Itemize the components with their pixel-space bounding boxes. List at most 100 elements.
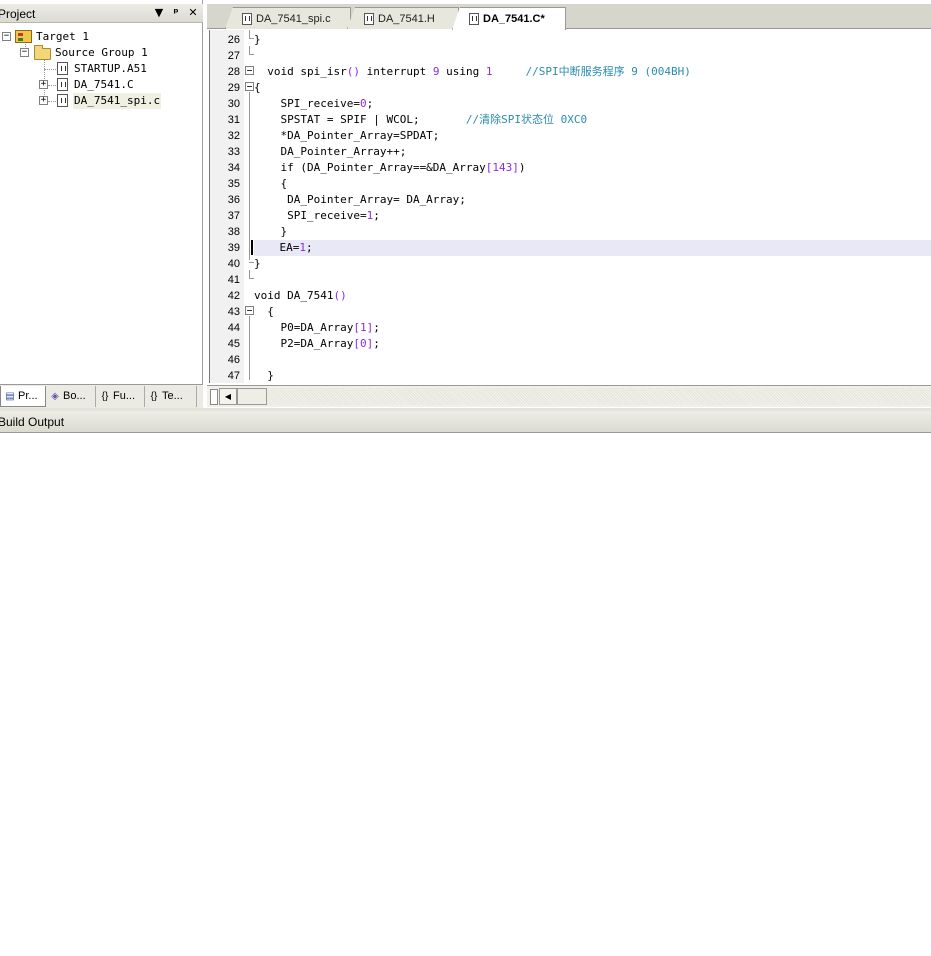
code-line[interactable]: {: [254, 80, 931, 96]
line-number: 29: [227, 82, 240, 94]
file-icon: [242, 13, 252, 25]
project-panel: Project ▼ ᵖ ✕ − Target 1 − Source Group …: [0, 0, 203, 409]
line-number: 46: [227, 354, 240, 366]
scroll-left-arrow-icon[interactable]: ◀: [219, 388, 237, 405]
split-handle[interactable]: [210, 389, 218, 405]
line-number: 43: [227, 306, 240, 318]
code-line[interactable]: SPSTAT = SPIF | WCOL; //清除SPI状态位 0XC0: [254, 112, 931, 128]
line-number: 41: [227, 274, 240, 286]
text-caret: [251, 240, 253, 255]
tab-label: Bo...: [63, 390, 86, 402]
project-panel-title: Project: [0, 7, 36, 21]
line-number: 42: [227, 290, 240, 302]
code-line[interactable]: }: [254, 32, 931, 48]
line-number: 38: [227, 226, 240, 238]
fold-toggle-icon[interactable]: [245, 82, 254, 91]
tree-item-da7541-c[interactable]: + DA_7541.C: [0, 77, 200, 93]
line-number: 34: [227, 162, 240, 174]
code-line[interactable]: [254, 48, 931, 64]
line-number: 33: [227, 146, 240, 158]
code-line[interactable]: *DA_Pointer_Array=SPDAT;: [254, 128, 931, 144]
tab-templates[interactable]: {} Te...: [145, 386, 197, 407]
scrollbar-track[interactable]: [267, 388, 931, 405]
editor-tab-bar: DA_7541_spi.c DA_7541.H DA_7541.C*: [207, 4, 931, 30]
tree-item-da7541-spi-c[interactable]: + DA_7541_spi.c: [0, 93, 200, 109]
tab-label: DA_7541_spi.c: [256, 13, 331, 25]
expand-icon[interactable]: +: [39, 96, 48, 105]
tree-item-startup[interactable]: STARTUP.A51: [0, 61, 200, 77]
scrollbar-thumb[interactable]: [237, 388, 267, 405]
line-number: 40: [227, 258, 240, 270]
code-line[interactable]: }: [254, 256, 931, 272]
collapse-icon[interactable]: −: [20, 48, 29, 57]
folder-icon: [34, 45, 51, 60]
code-editor[interactable]: 26 27 28 29 30 31 32 33 34 35 36 37 38 39 40 41 42 43 44 45…: [209, 30, 931, 383]
build-output-header: Build Output: [0, 411, 931, 433]
code-line[interactable]: {: [254, 176, 931, 192]
code-line[interactable]: }: [254, 368, 931, 383]
line-number: 32: [227, 130, 240, 142]
tab-label: Pr...: [18, 390, 38, 402]
build-output-title: Build Output: [0, 415, 65, 429]
tree-item-label: DA_7541_spi.c: [73, 93, 162, 109]
tree-item-label: Target 1: [36, 30, 89, 43]
tab-books[interactable]: ◈ Bo...: [46, 386, 96, 407]
line-number: 31: [227, 114, 240, 126]
line-number: 37: [227, 210, 240, 222]
close-icon[interactable]: ✕: [187, 6, 199, 19]
project-panel-header: Project ▼ ᵖ ✕: [0, 4, 203, 23]
tab-label: Fu...: [113, 390, 136, 402]
line-number: 30: [227, 98, 240, 110]
code-line[interactable]: SPI_receive=1;: [254, 208, 931, 224]
fold-margin: [244, 30, 254, 383]
code-line[interactable]: [254, 272, 931, 288]
tab-da7541-spi-c[interactable]: DA_7541_spi.c: [225, 7, 351, 29]
line-number: 47: [227, 370, 240, 382]
tab-label: DA_7541.H: [378, 13, 435, 25]
expand-icon[interactable]: +: [39, 80, 48, 89]
tree-item-label: STARTUP.A51: [74, 62, 147, 75]
functions-icon: {}: [101, 391, 109, 402]
line-number: 35: [227, 178, 240, 190]
tab-da7541-c[interactable]: DA_7541.C*: [452, 7, 566, 30]
code-line[interactable]: if (DA_Pointer_Array==&DA_Array[143]): [254, 160, 931, 176]
code-line[interactable]: DA_Pointer_Array++;: [254, 144, 931, 160]
collapse-icon[interactable]: −: [2, 32, 11, 41]
line-number: 27: [227, 50, 240, 62]
code-line[interactable]: DA_Pointer_Array= DA_Array;: [254, 192, 931, 208]
horizontal-scrollbar[interactable]: ◀: [207, 385, 931, 407]
fold-toggle-icon[interactable]: [245, 66, 254, 75]
tab-da7541-h[interactable]: DA_7541.H: [347, 7, 459, 29]
project-tree: − Target 1 − Source Group 1 STARTUP.A51 …: [0, 27, 200, 382]
line-number: 36: [227, 194, 240, 206]
file-icon: [469, 13, 479, 25]
line-number-gutter: 26 27 28 29 30 31 32 33 34 35 36 37 38 39 40 41 42 43 44 45…: [210, 30, 244, 383]
code-line[interactable]: P2=DA_Array[0];: [254, 336, 931, 352]
code-line[interactable]: {: [254, 304, 931, 320]
templates-icon: {}: [150, 391, 158, 402]
tab-functions[interactable]: {} Fu...: [96, 386, 145, 407]
tree-item-label: DA_7541.C: [74, 78, 134, 91]
code-line[interactable]: SPI_receive=0;: [254, 96, 931, 112]
target-icon: [15, 30, 32, 43]
code-line[interactable]: [254, 352, 931, 368]
file-icon: [57, 62, 68, 75]
code-line[interactable]: void spi_isr() interrupt 9 using 1 //SPI…: [254, 64, 931, 80]
dropdown-arrow-icon[interactable]: ▼: [153, 6, 165, 19]
file-icon: [57, 94, 68, 107]
tree-item-source-group[interactable]: − Source Group 1: [0, 45, 200, 61]
current-code-line[interactable]: EA=1;: [251, 240, 931, 256]
build-output-content[interactable]: [0, 434, 931, 956]
pin-icon[interactable]: ᵖ: [170, 6, 182, 19]
code-text-area[interactable]: } void spi_isr() interrupt 9 using 1 //S…: [251, 30, 931, 383]
file-icon: [57, 78, 68, 91]
code-line[interactable]: P0=DA_Array[1];: [254, 320, 931, 336]
file-icon: [364, 13, 374, 25]
code-line[interactable]: }: [254, 224, 931, 240]
line-number: 26: [227, 34, 240, 46]
code-line[interactable]: void DA_7541(): [254, 288, 931, 304]
project-panel-tabs: ▤ Pr... ◈ Bo... {} Fu... {} Te...: [0, 384, 203, 408]
tree-item-target[interactable]: − Target 1: [0, 29, 200, 45]
tab-project[interactable]: ▤ Pr...: [0, 386, 46, 407]
fold-toggle-icon[interactable]: [245, 306, 254, 315]
